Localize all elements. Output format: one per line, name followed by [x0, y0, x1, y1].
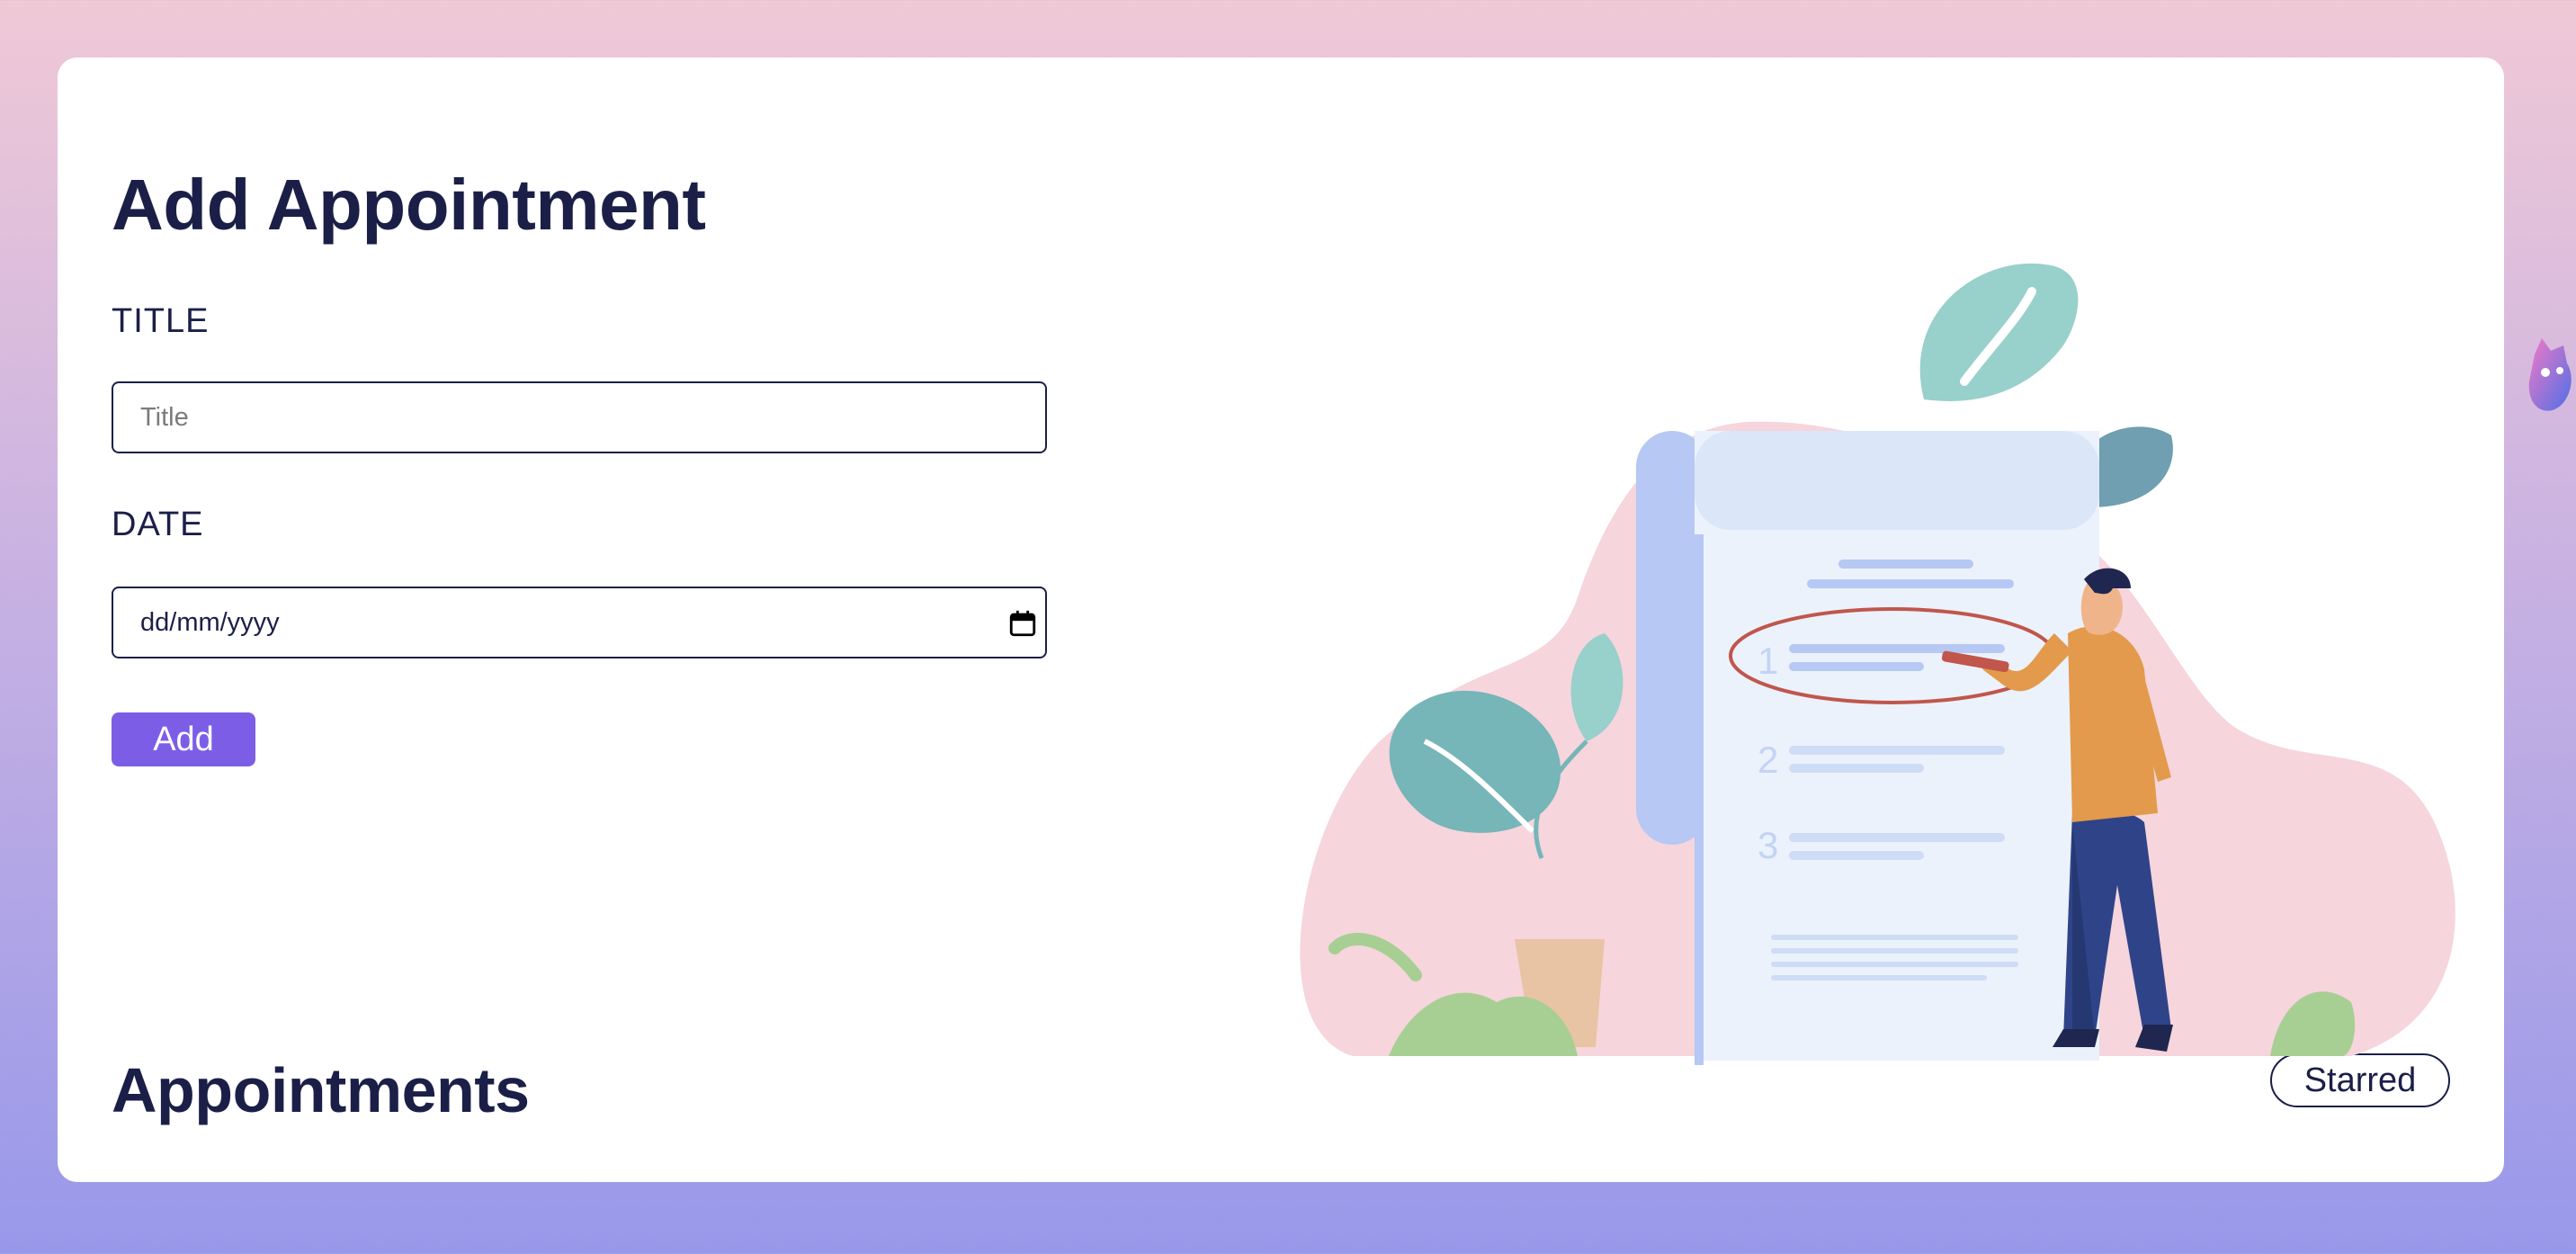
mascot-icon[interactable]: [2526, 336, 2576, 417]
page-title: Add Appointment: [112, 165, 706, 245]
date-input-value: dd/mm/yyyy: [140, 607, 280, 637]
main-card: Add Appointment TITLE Title DATE dd/mm/y…: [58, 58, 2504, 1182]
title-input-placeholder: Title: [140, 402, 189, 432]
date-input[interactable]: dd/mm/yyyy: [112, 587, 1047, 658]
checklist-illustration: 1 2 3: [1300, 263, 2455, 1065]
list-number-3: 3: [1758, 824, 1778, 866]
list-number-1: 1: [1758, 640, 1778, 682]
appointments-title: Appointments: [112, 1055, 530, 1125]
date-label: DATE: [112, 506, 204, 543]
title-label: TITLE: [112, 302, 210, 340]
list-number-2: 2: [1758, 739, 1778, 781]
title-input[interactable]: Title: [112, 381, 1047, 453]
calendar-icon[interactable]: [1007, 608, 1038, 639]
add-button[interactable]: Add: [112, 712, 255, 766]
